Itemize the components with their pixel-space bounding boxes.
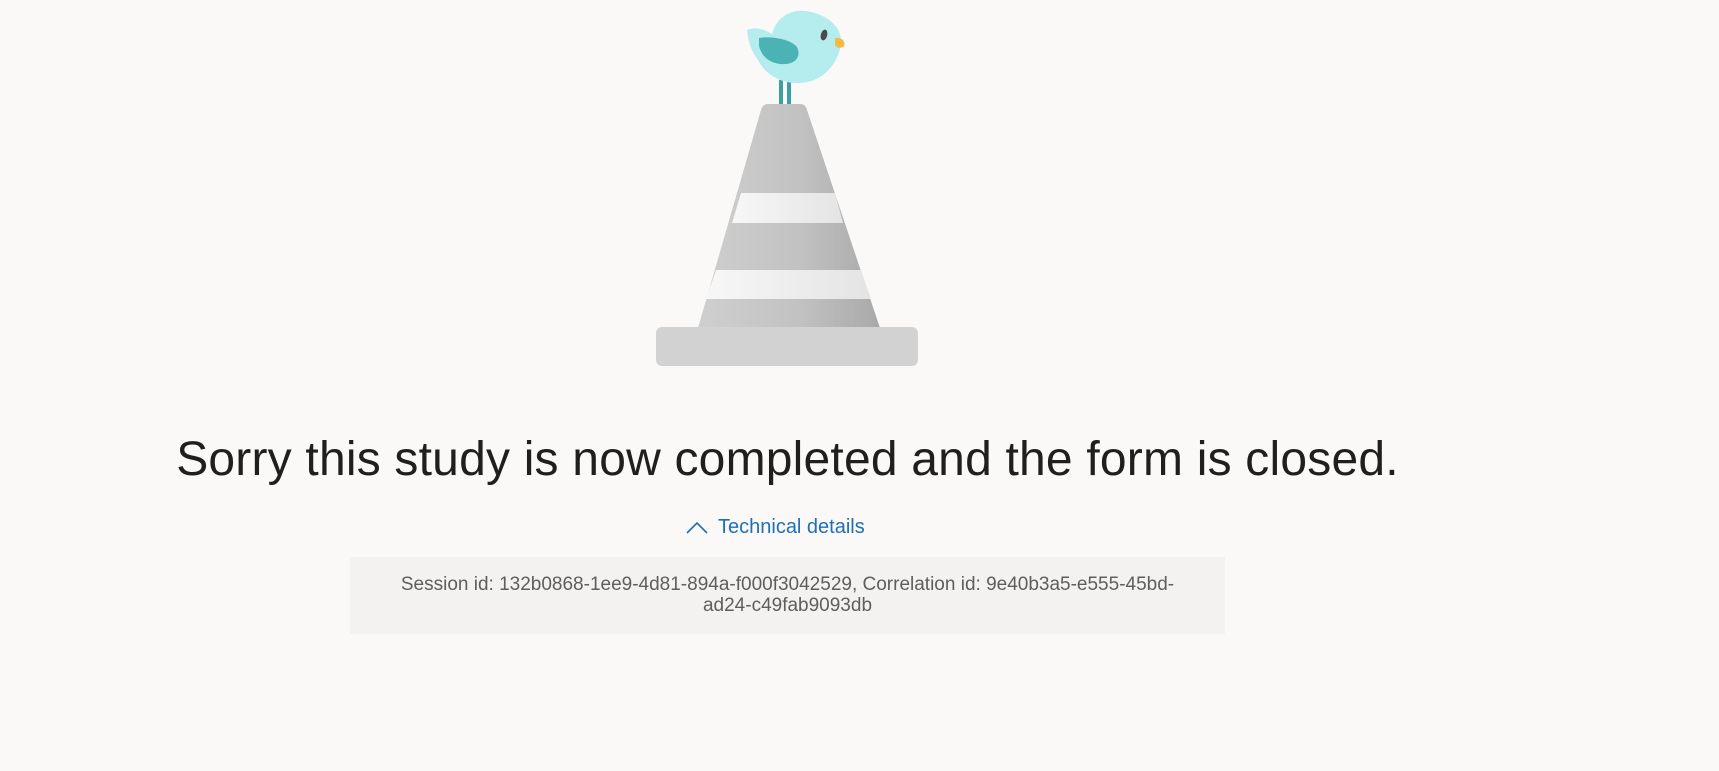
traffic-cone-icon — [656, 104, 918, 366]
technical-details-label: Technical details — [718, 515, 865, 538]
technical-details-toggle[interactable]: Technical details — [686, 511, 865, 543]
bird-icon — [747, 10, 845, 84]
technical-details-panel: Session id: 132b0868-1ee9-4d81-894a-f000… — [350, 557, 1225, 634]
chevron-up-icon — [686, 520, 708, 534]
error-page: Sorry this study is now completed and th… — [0, 0, 1719, 771]
session-correlation-ids: Session id: 132b0868-1ee9-4d81-894a-f000… — [400, 574, 1175, 616]
bird-on-cone-illustration — [656, 10, 918, 366]
page-title: Sorry this study is now completed and th… — [176, 433, 1399, 486]
bird-legs — [779, 80, 791, 105]
